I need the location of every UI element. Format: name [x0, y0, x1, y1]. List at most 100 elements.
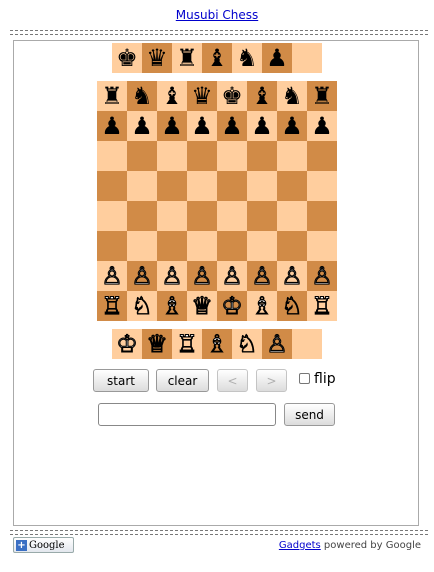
- square-g2[interactable]: ♙: [277, 261, 307, 291]
- black-queen-icon[interactable]: ♛: [191, 81, 213, 111]
- square-f2[interactable]: ♙: [247, 261, 277, 291]
- flip-checkbox[interactable]: [299, 373, 310, 384]
- white-queen-icon[interactable]: ♕: [146, 329, 169, 359]
- square-f1[interactable]: ♗: [247, 291, 277, 321]
- black-rook-icon[interactable]: ♜: [176, 43, 198, 73]
- black-pawn-icon[interactable]: ♟: [131, 111, 153, 141]
- captured-slot-bottom-0[interactable]: ♔: [112, 329, 142, 359]
- square-d2[interactable]: ♙: [187, 261, 217, 291]
- square-g8[interactable]: ♞: [277, 81, 307, 111]
- white-bishop-icon[interactable]: ♗: [206, 329, 229, 359]
- square-h7[interactable]: ♟: [307, 111, 337, 141]
- captured-slot-bottom-3[interactable]: ♗: [202, 329, 232, 359]
- square-g6[interactable]: [277, 141, 307, 171]
- square-c2[interactable]: ♙: [157, 261, 187, 291]
- square-c3[interactable]: [157, 231, 187, 261]
- square-h8[interactable]: ♜: [307, 81, 337, 111]
- black-pawn-icon[interactable]: ♟: [311, 111, 333, 141]
- black-king-icon[interactable]: ♚: [116, 43, 138, 73]
- square-e5[interactable]: [217, 171, 247, 201]
- white-bishop-icon[interactable]: ♗: [251, 291, 274, 321]
- black-rook-icon[interactable]: ♜: [101, 81, 123, 111]
- square-h3[interactable]: [307, 231, 337, 261]
- captured-slot-top-1[interactable]: ♛: [142, 43, 172, 73]
- square-a4[interactable]: [97, 201, 127, 231]
- square-a1[interactable]: ♖: [97, 291, 127, 321]
- square-f5[interactable]: [247, 171, 277, 201]
- white-pawn-icon[interactable]: ♙: [281, 261, 304, 291]
- black-knight-icon[interactable]: ♞: [131, 81, 153, 111]
- captured-slot-bottom-1[interactable]: ♕: [142, 329, 172, 359]
- black-pawn-icon[interactable]: ♟: [281, 111, 303, 141]
- square-b2[interactable]: ♙: [127, 261, 157, 291]
- square-f4[interactable]: [247, 201, 277, 231]
- captured-slot-top-2[interactable]: ♜: [172, 43, 202, 73]
- white-knight-icon[interactable]: ♘: [236, 329, 259, 359]
- square-b3[interactable]: [127, 231, 157, 261]
- square-d6[interactable]: [187, 141, 217, 171]
- app-title-link[interactable]: Musubi Chess: [0, 8, 434, 22]
- black-pawn-icon[interactable]: ♟: [266, 43, 288, 73]
- white-queen-icon[interactable]: ♕: [191, 291, 214, 321]
- previous-move-button[interactable]: <: [217, 369, 248, 392]
- white-pawn-icon[interactable]: ♙: [161, 261, 184, 291]
- square-h1[interactable]: ♖: [307, 291, 337, 321]
- square-d8[interactable]: ♛: [187, 81, 217, 111]
- black-bishop-icon[interactable]: ♝: [251, 81, 273, 111]
- white-knight-icon[interactable]: ♘: [131, 291, 154, 321]
- white-pawn-icon[interactable]: ♙: [251, 261, 274, 291]
- black-queen-icon[interactable]: ♛: [146, 43, 168, 73]
- square-e6[interactable]: [217, 141, 247, 171]
- square-g4[interactable]: [277, 201, 307, 231]
- black-knight-icon[interactable]: ♞: [281, 81, 303, 111]
- square-a8[interactable]: ♜: [97, 81, 127, 111]
- captured-slot-bottom-4[interactable]: ♘: [232, 329, 262, 359]
- captured-slot-top-4[interactable]: ♞: [232, 43, 262, 73]
- square-e1[interactable]: ♔: [217, 291, 247, 321]
- square-h6[interactable]: [307, 141, 337, 171]
- white-king-icon[interactable]: ♔: [221, 291, 244, 321]
- square-c8[interactable]: ♝: [157, 81, 187, 111]
- white-bishop-icon[interactable]: ♗: [161, 291, 184, 321]
- square-f7[interactable]: ♟: [247, 111, 277, 141]
- white-pawn-icon[interactable]: ♙: [191, 261, 214, 291]
- black-pawn-icon[interactable]: ♟: [101, 111, 123, 141]
- white-king-icon[interactable]: ♔: [116, 329, 139, 359]
- square-c4[interactable]: [157, 201, 187, 231]
- square-d3[interactable]: [187, 231, 217, 261]
- square-f8[interactable]: ♝: [247, 81, 277, 111]
- black-king-icon[interactable]: ♚: [221, 81, 243, 111]
- white-pawn-icon[interactable]: ♙: [221, 261, 244, 291]
- white-knight-icon[interactable]: ♘: [281, 291, 304, 321]
- square-c5[interactable]: [157, 171, 187, 201]
- square-e2[interactable]: ♙: [217, 261, 247, 291]
- square-a7[interactable]: ♟: [97, 111, 127, 141]
- black-pawn-icon[interactable]: ♟: [221, 111, 243, 141]
- white-rook-icon[interactable]: ♖: [311, 291, 334, 321]
- square-h2[interactable]: ♙: [307, 261, 337, 291]
- square-b8[interactable]: ♞: [127, 81, 157, 111]
- captured-slot-bottom-6[interactable]: [292, 329, 322, 359]
- square-b6[interactable]: [127, 141, 157, 171]
- black-knight-icon[interactable]: ♞: [236, 43, 258, 73]
- black-bishop-icon[interactable]: ♝: [161, 81, 183, 111]
- next-move-button[interactable]: >: [256, 369, 287, 392]
- square-e3[interactable]: [217, 231, 247, 261]
- black-pawn-icon[interactable]: ♟: [191, 111, 213, 141]
- square-c1[interactable]: ♗: [157, 291, 187, 321]
- square-b7[interactable]: ♟: [127, 111, 157, 141]
- square-b1[interactable]: ♘: [127, 291, 157, 321]
- white-rook-icon[interactable]: ♖: [176, 329, 199, 359]
- square-f3[interactable]: [247, 231, 277, 261]
- square-d1[interactable]: ♕: [187, 291, 217, 321]
- square-d5[interactable]: [187, 171, 217, 201]
- square-a2[interactable]: ♙: [97, 261, 127, 291]
- gadgets-link[interactable]: Gadgets: [279, 540, 321, 551]
- square-b5[interactable]: [127, 171, 157, 201]
- message-input[interactable]: [98, 403, 276, 426]
- square-h4[interactable]: [307, 201, 337, 231]
- captured-slot-top-5[interactable]: ♟: [262, 43, 292, 73]
- square-g5[interactable]: [277, 171, 307, 201]
- square-h5[interactable]: [307, 171, 337, 201]
- square-c7[interactable]: ♟: [157, 111, 187, 141]
